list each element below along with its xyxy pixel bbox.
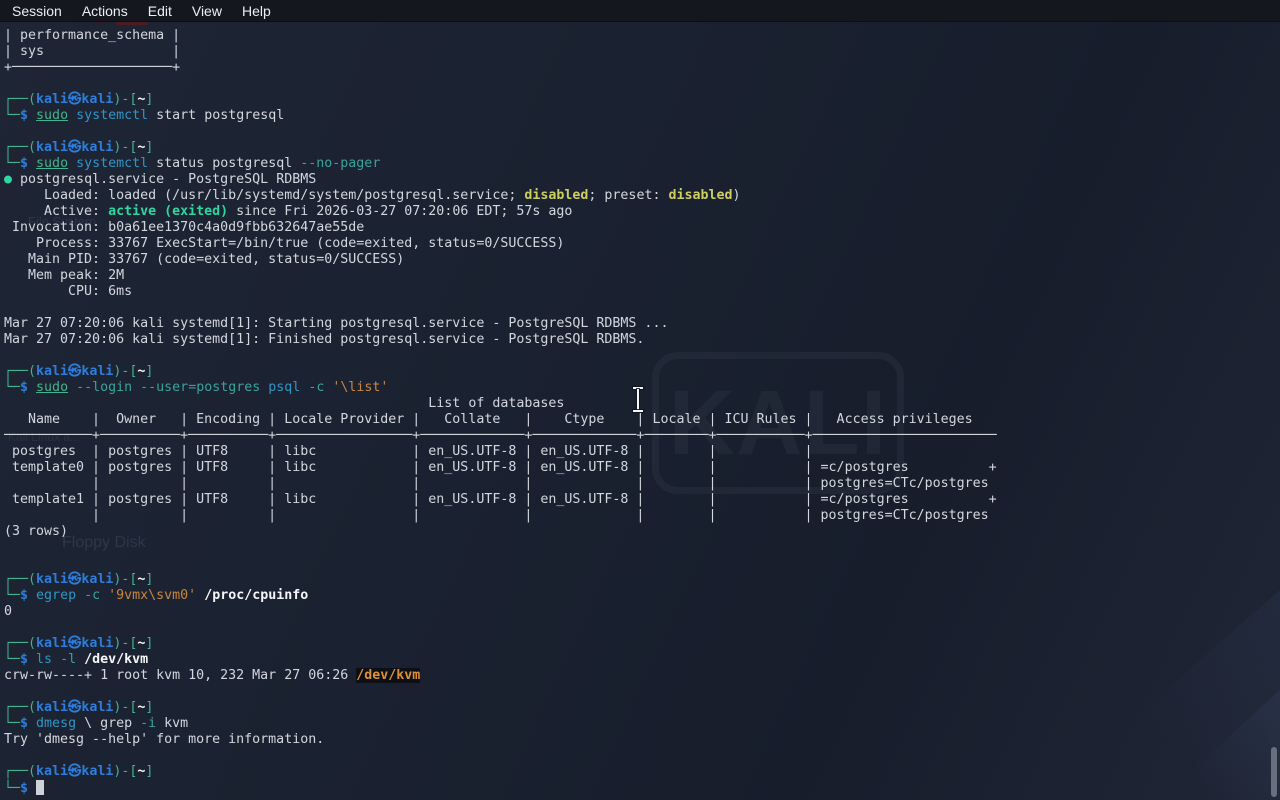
- text-cursor: [36, 780, 44, 795]
- terminal-line: ┌──(kali㉿kali)-[~]: [4, 140, 997, 156]
- terminal-line: └─$ ls -l /dev/kvm: [4, 652, 997, 668]
- terminal-line: Name | Owner | Encoding | Locale Provide…: [4, 412, 997, 428]
- terminal-line: ┌──(kali㉿kali)-[~]: [4, 636, 997, 652]
- terminal-line: ┌──(kali㉿kali)-[~]: [4, 700, 997, 716]
- terminal-line: template0 | postgres | UTF8 | libc | en_…: [4, 460, 997, 476]
- terminal-line: [4, 300, 997, 316]
- terminal-line: | performance_schema |: [4, 28, 997, 44]
- terminal-line: ───────────+──────────+──────────+──────…: [4, 428, 997, 444]
- terminal-line: └─$ dmesg \ grep -i kvm: [4, 716, 997, 732]
- terminal-line: CPU: 6ms: [4, 284, 997, 300]
- terminal-line: postgres | postgres | UTF8 | libc | en_U…: [4, 444, 997, 460]
- menubar: Session Actions Edit View Help: [0, 0, 1280, 22]
- terminal-line: [4, 124, 997, 140]
- terminal-line: ┌──(kali㉿kali)-[~]: [4, 764, 997, 780]
- terminal-line: template1 | postgres | UTF8 | libc | en_…: [4, 492, 997, 508]
- terminal-line: Try 'dmesg --help' for more information.: [4, 732, 997, 748]
- terminal-line: [4, 684, 997, 700]
- terminal-line: [4, 748, 997, 764]
- terminal-line: └─$ sudo --login --user=postgres psql -c…: [4, 380, 997, 396]
- terminal-line: └─$ egrep -c '9vmx\svm0' /proc/cpuinfo: [4, 588, 997, 604]
- terminal-line: [4, 348, 997, 364]
- terminal-line: Invocation: b0a61ee1370c4a0d9fbb632647ae…: [4, 220, 997, 236]
- terminal-line: Loaded: loaded (/usr/lib/systemd/system/…: [4, 188, 997, 204]
- terminal-line: └─$: [4, 780, 997, 796]
- terminal-line: Active: active (exited) since Fri 2026-0…: [4, 204, 997, 220]
- menu-edit[interactable]: Edit: [138, 2, 182, 20]
- terminal-line: [4, 76, 997, 92]
- terminal-scrollbar[interactable]: [1271, 747, 1277, 797]
- terminal-line: | sys |: [4, 44, 997, 60]
- terminal-line: | | | | | | | | postgres=CTc/postgres: [4, 508, 997, 524]
- terminal-line: | | | | | | | | postgres=CTc/postgres: [4, 476, 997, 492]
- terminal-line: Mar 27 07:20:06 kali systemd[1]: Startin…: [4, 316, 997, 332]
- terminal-output[interactable]: | performance_schema || sys |+──────────…: [4, 28, 997, 796]
- terminal-line: └─$ sudo systemctl status postgresql --n…: [4, 156, 997, 172]
- terminal-line: ┌──(kali㉿kali)-[~]: [4, 572, 997, 588]
- terminal-line: +────────────────────+: [4, 60, 997, 76]
- terminal-line: ● postgresql.service - PostgreSQL RDBMS: [4, 172, 997, 188]
- terminal-line: (3 rows): [4, 524, 997, 540]
- terminal-line: ┌──(kali㉿kali)-[~]: [4, 92, 997, 108]
- terminal-line: Mem peak: 2M: [4, 268, 997, 284]
- menu-view[interactable]: View: [182, 2, 232, 20]
- terminal-line: Mar 27 07:20:06 kali systemd[1]: Finishe…: [4, 332, 997, 348]
- terminal-line: ┌──(kali㉿kali)-[~]: [4, 364, 997, 380]
- mouse-ibeam-cursor: [631, 387, 645, 412]
- terminal-line: List of databases: [4, 396, 997, 412]
- terminal-line: [4, 620, 997, 636]
- menu-help[interactable]: Help: [232, 2, 281, 20]
- menu-actions[interactable]: Actions: [72, 2, 138, 20]
- terminal-line: crw-rw----+ 1 root kvm 10, 232 Mar 27 06…: [4, 668, 997, 684]
- terminal-line: Main PID: 33767 (code=exited, status=0/S…: [4, 252, 997, 268]
- terminal-line: Process: 33767 ExecStart=/bin/true (code…: [4, 236, 997, 252]
- terminal-line: [4, 556, 997, 572]
- menu-session[interactable]: Session: [2, 2, 72, 20]
- terminal-line: 0: [4, 604, 997, 620]
- terminal-line: [4, 540, 997, 556]
- terminal-line: └─$ sudo systemctl start postgresql: [4, 108, 997, 124]
